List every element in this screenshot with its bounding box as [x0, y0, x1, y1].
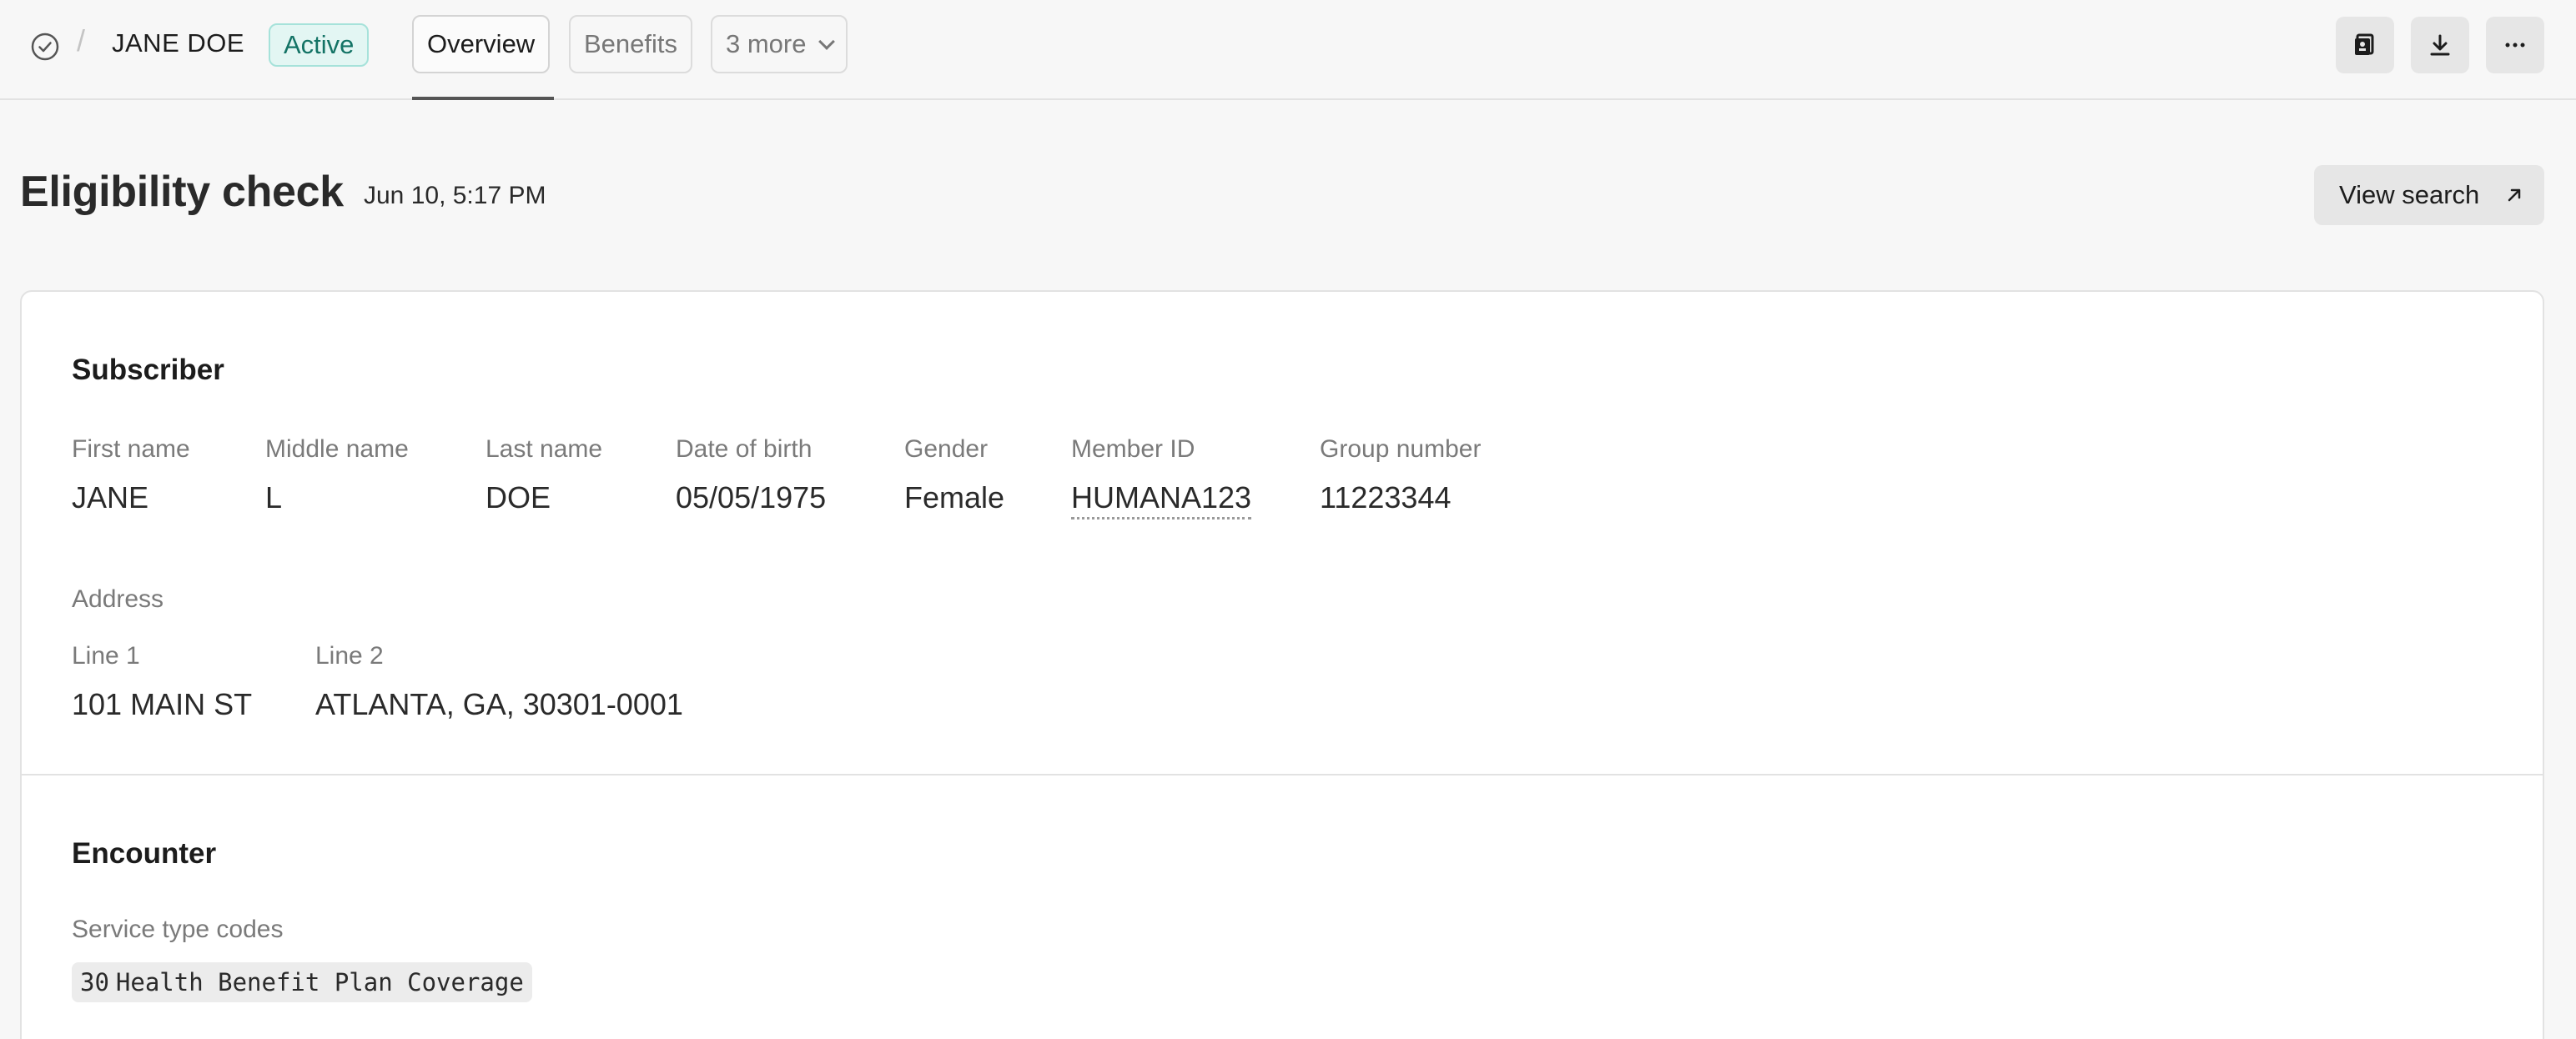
tab-label: Benefits [584, 29, 678, 58]
section-divider [22, 774, 2543, 775]
last-name-value: DOE [486, 480, 551, 514]
date-of-birth-label: Date of birth [676, 435, 813, 463]
service-type-description: Health Benefit Plan Coverage [115, 968, 524, 996]
group-number-value: 11223344 [1320, 480, 1452, 514]
group-number-label: Group number [1320, 435, 1482, 463]
first-name-value: JANE [72, 480, 149, 514]
chevron-down-icon [818, 33, 836, 50]
member-id-label: Member ID [1071, 435, 1195, 463]
tab-label: 3 more [726, 29, 807, 58]
last-name-label: Last name [486, 435, 603, 463]
status-badge: Active [269, 23, 370, 67]
subscriber-heading: Subscriber [72, 354, 224, 386]
encounter-heading: Encounter [72, 837, 217, 870]
download-button[interactable] [2411, 17, 2469, 73]
service-type-chip: 30 Health Benefit Plan Coverage [72, 962, 532, 1002]
view-search-label: View search [2339, 180, 2480, 209]
service-type-codes-label: Service type codes [72, 916, 284, 943]
gender-label: Gender [904, 435, 989, 463]
tab-overview[interactable]: Overview [412, 15, 551, 73]
view-search-button[interactable]: View search [2314, 165, 2544, 225]
address-heading: Address [72, 585, 164, 613]
id-card-icon [2355, 33, 2374, 55]
id-card-button[interactable] [2336, 17, 2394, 73]
tab-more-dropdown[interactable]: 3 more [711, 15, 848, 73]
eligibility-card: Subscriber First name JANE Middle name L… [20, 290, 2544, 1039]
patient-name: JANE DOE [112, 28, 245, 58]
active-tab-indicator [412, 97, 554, 100]
external-arrow-icon [2508, 188, 2521, 202]
download-icon [2430, 34, 2450, 56]
middle-name-label: Middle name [265, 435, 409, 463]
address-line2-label: Line 2 [315, 642, 384, 670]
service-type-code: 30 [80, 968, 109, 996]
tab-label: Overview [427, 29, 536, 58]
date-of-birth-value: 05/05/1975 [676, 480, 827, 514]
top-bar: / JANE DOE Active Overview Benefits 3 mo… [0, 0, 2576, 100]
middle-name-value: L [265, 480, 283, 514]
member-id-value[interactable]: HUMANA123 [1071, 480, 1252, 520]
page-title: Eligibility check [20, 168, 344, 216]
address-line1-value: 101 MAIN ST [72, 687, 253, 721]
breadcrumb-separator: / [77, 23, 86, 58]
more-options-button[interactable] [2486, 17, 2544, 73]
first-name-label: First name [72, 435, 190, 463]
tab-benefits[interactable]: Benefits [569, 15, 693, 73]
gender-value: Female [904, 480, 1005, 514]
check-timestamp: Jun 10, 5:17 PM [364, 182, 546, 209]
more-horizontal-icon [2505, 43, 2525, 48]
check-circle-icon [31, 33, 59, 61]
address-line2-value: ATLANTA, GA, 30301-0001 [315, 687, 683, 721]
address-line1-label: Line 1 [72, 642, 140, 670]
